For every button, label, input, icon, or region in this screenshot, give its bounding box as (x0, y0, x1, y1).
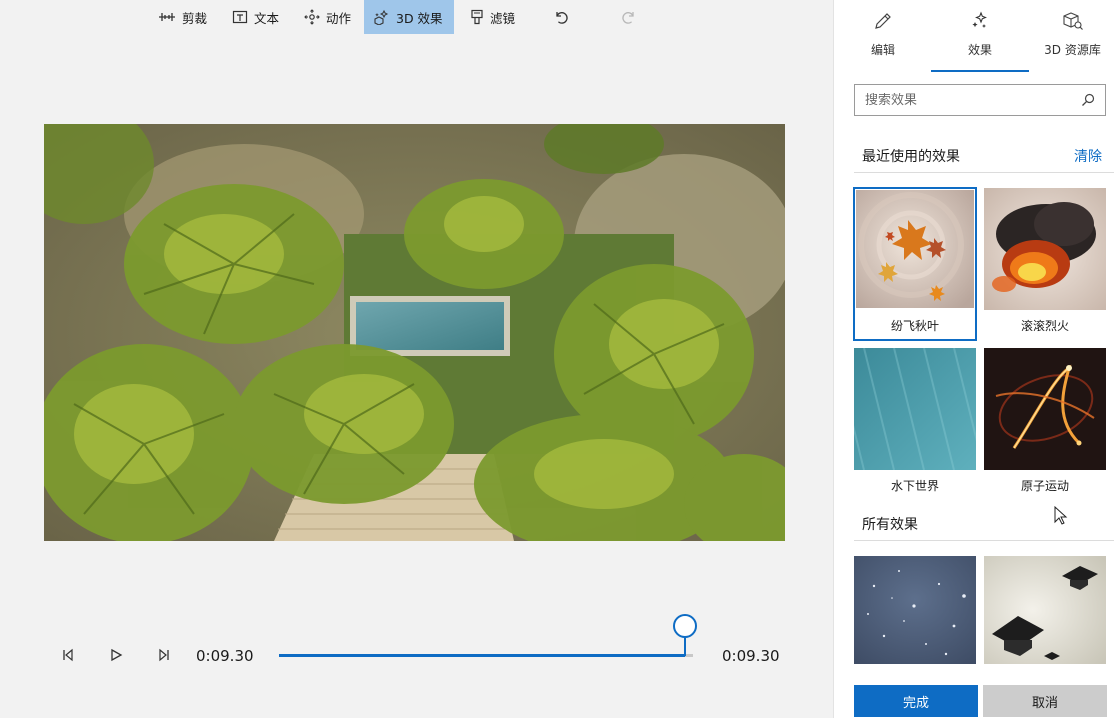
falling-leaves-thumbnail (856, 190, 974, 308)
tab-3d-library-label: 3D 资源库 (1044, 43, 1101, 57)
motion-label: 动作 (326, 10, 352, 26)
underwater-thumbnail (854, 348, 976, 470)
tab-edit[interactable]: 编辑 (834, 0, 932, 72)
undo-icon (556, 12, 568, 24)
effect-card-falling-leaves[interactable]: 纷飞秋叶 (853, 187, 977, 341)
3d-effects-button[interactable]: 3D 效果 (364, 0, 454, 34)
sparkle-icon (972, 11, 987, 28)
tab-effects-label: 效果 (967, 43, 992, 57)
redo-button[interactable] (614, 0, 644, 34)
tab-3d-library[interactable]: 3D 资源库 (1028, 0, 1116, 72)
trim-button[interactable]: 剪裁 (150, 0, 215, 34)
falling-leaves-label: 纷飞秋叶 (890, 318, 939, 333)
graduation-caps-thumbnail (984, 556, 1106, 664)
search-box[interactable] (854, 84, 1106, 116)
timeline-progress (279, 654, 685, 657)
motion-icon (304, 9, 320, 25)
3d-effects-icon (374, 9, 389, 25)
cancel-button[interactable]: 取消 (983, 685, 1107, 717)
fire-thumbnail (984, 188, 1106, 310)
total-time: 0:09.30 (722, 647, 780, 665)
filter-button[interactable]: 滤镜 (462, 0, 523, 34)
divider (854, 172, 1114, 173)
text-icon (232, 10, 248, 24)
redo-icon (622, 12, 634, 24)
motion-button[interactable]: 动作 (296, 0, 359, 34)
3d-cube-icon (1062, 12, 1083, 30)
atomic-motion-thumbnail (984, 348, 1106, 470)
step-forward-button[interactable] (154, 645, 174, 665)
playhead-handle[interactable] (673, 614, 697, 638)
mouse-cursor-icon (1054, 505, 1068, 530)
undo-button[interactable] (546, 0, 576, 34)
effect-card-graduation[interactable] (984, 556, 1106, 664)
search-icon[interactable] (1081, 93, 1095, 107)
tab-edit-label: 编辑 (870, 43, 895, 57)
playhead-stem (684, 638, 686, 656)
3d-effects-label: 3D 效果 (396, 10, 443, 26)
timeline-track[interactable] (279, 654, 693, 657)
step-forward-icon (159, 648, 169, 662)
effect-card-underwater[interactable]: 水下世界 (854, 348, 976, 500)
play-button[interactable] (106, 645, 126, 665)
done-button[interactable]: 完成 (854, 685, 978, 717)
step-back-button[interactable] (58, 645, 78, 665)
video-preview[interactable] (44, 124, 785, 541)
play-icon (111, 648, 123, 662)
trim-icon (159, 13, 175, 21)
search-input[interactable] (865, 92, 1081, 108)
underwater-label: 水下世界 (890, 478, 939, 493)
tab-effects[interactable]: 效果 (931, 0, 1029, 72)
text-label: 文本 (254, 10, 280, 26)
filter-icon (471, 9, 483, 25)
trim-label: 剪裁 (182, 10, 208, 26)
effects-panel: 编辑 效果 3D 资源库 最近使用的效果 清除 纷飞 (833, 0, 1116, 718)
all-effects-title: 所有效果 (862, 517, 918, 533)
aerial-palm-garden-video-frame (44, 124, 785, 541)
pencil-icon (875, 13, 891, 29)
divider (854, 540, 1114, 541)
clear-recent-link[interactable]: 清除 (1074, 146, 1102, 166)
editor-area: 剪裁 文本 动作 3D 效果 滤镜 0:09.30 0:09.30 (0, 0, 833, 718)
toolbar: 剪裁 文本 动作 3D 效果 滤镜 (0, 0, 833, 34)
fire-label: 滚滚烈火 (1020, 318, 1069, 333)
effect-card-fire[interactable]: 滚滚烈火 (984, 188, 1106, 340)
sparkles-thumbnail (854, 556, 976, 664)
effect-card-sparkles[interactable] (854, 556, 976, 664)
recent-effects-title: 最近使用的效果 (862, 149, 960, 165)
effect-card-atomic-motion[interactable]: 原子运动 (984, 348, 1106, 500)
text-button[interactable]: 文本 (224, 0, 287, 34)
current-time: 0:09.30 (196, 647, 254, 665)
filter-label: 滤镜 (490, 10, 516, 26)
step-back-icon (63, 648, 73, 662)
atomic-motion-label: 原子运动 (1020, 478, 1069, 493)
